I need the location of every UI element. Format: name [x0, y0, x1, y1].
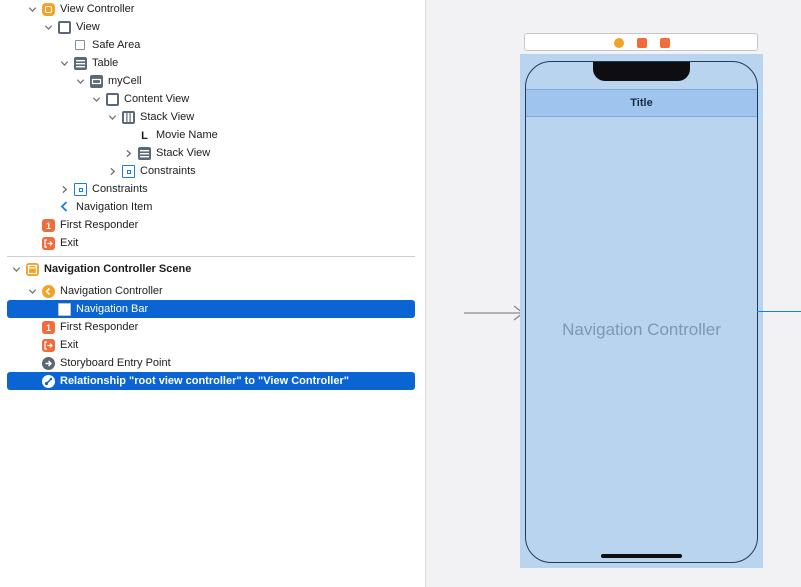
stack-view-icon: [138, 147, 151, 160]
outline-item-label: Stack View: [140, 111, 195, 123]
outline-item-label: First Responder: [60, 219, 139, 231]
view-icon: [58, 21, 71, 34]
outline-item-stack-view[interactable]: Stack View: [7, 108, 415, 126]
outline-item-view[interactable]: View: [7, 18, 415, 36]
outline-item-label: myCell: [108, 75, 142, 87]
navigation-controller-icon: [42, 285, 55, 298]
outline-item-label: Content View: [124, 93, 190, 105]
outline-item-navigation-controller-scene[interactable]: Navigation Controller Scene: [7, 260, 415, 278]
document-outline: View Controller View Safe Area Table myC…: [0, 0, 425, 587]
entry-point-icon: [42, 357, 55, 370]
chevron-right-icon[interactable]: [59, 180, 69, 198]
outline-item-label: Movie Name: [156, 129, 218, 141]
chevron-right-icon[interactable]: [123, 144, 133, 162]
outline-item-safe-area[interactable]: Safe Area: [7, 36, 415, 54]
outline-item-label: View: [76, 21, 100, 33]
chevron-right-icon[interactable]: [107, 162, 117, 180]
chevron-down-icon[interactable]: [91, 90, 101, 108]
exit-icon: [42, 237, 55, 250]
table-cell-icon: [90, 75, 103, 88]
outline-item-table[interactable]: Table: [7, 54, 415, 72]
constraints-icon: [74, 183, 87, 196]
storyboard-canvas[interactable]: Title Navigation Controller: [425, 0, 801, 587]
device-frame[interactable]: Title Navigation Controller: [525, 61, 758, 563]
label-icon: L: [141, 129, 148, 142]
chevron-down-icon[interactable]: [107, 108, 117, 126]
outline-item-label: Constraints: [92, 183, 148, 195]
safe-area-icon: [75, 40, 85, 50]
outline-item-label: Relationship "root view controller" to "…: [60, 375, 349, 387]
outline-item-constraints[interactable]: Constraints: [7, 162, 415, 180]
outline-item-movie-name[interactable]: L Movie Name: [7, 126, 415, 144]
outline-item-label: First Responder: [60, 321, 139, 333]
navigation-item-icon: [58, 200, 71, 213]
constraints-icon: [122, 165, 135, 178]
chevron-down-icon[interactable]: [75, 72, 85, 90]
exit-icon[interactable]: [660, 38, 670, 48]
outline-item-label: Stack View: [156, 147, 211, 159]
navigation-bar-icon: [58, 303, 71, 316]
outline-item-first-responder[interactable]: 1 First Responder: [7, 216, 415, 234]
outline-item-storyboard-entry-point[interactable]: Storyboard Entry Point: [7, 354, 415, 372]
chevron-down-icon[interactable]: [59, 54, 69, 72]
view-icon: [106, 93, 119, 106]
chevron-down-icon[interactable]: [27, 0, 37, 18]
scene-dock[interactable]: [524, 33, 758, 51]
outline-item-stack-view[interactable]: Stack View: [7, 144, 415, 162]
navigation-controller-icon[interactable]: [614, 38, 624, 48]
chevron-down-icon[interactable]: [11, 260, 21, 278]
first-responder-icon: 1: [42, 219, 55, 232]
chevron-down-icon[interactable]: [43, 18, 53, 36]
outline-item-label: Navigation Item: [76, 201, 153, 213]
outline-item-relationship-segue[interactable]: Relationship "root view controller" to "…: [7, 372, 415, 390]
outline-item-label: Safe Area: [92, 39, 141, 51]
exit-icon: [42, 339, 55, 352]
table-icon: [74, 57, 87, 70]
outline-item-navigation-bar[interactable]: Navigation Bar: [7, 300, 415, 318]
home-indicator: [601, 554, 682, 558]
outline-item-first-responder[interactable]: 1 First Responder: [7, 318, 415, 336]
outline-item-label: Navigation Controller Scene: [44, 263, 192, 275]
navigation-bar-title: Title: [630, 97, 653, 109]
outline-item-content-view[interactable]: Content View: [7, 90, 415, 108]
stack-view-icon: [122, 111, 135, 124]
outline-item-label: Constraints: [140, 165, 196, 177]
navigation-bar[interactable]: Title: [526, 89, 757, 117]
view-controller-icon: [42, 3, 55, 16]
scene-icon: [26, 263, 39, 276]
first-responder-icon[interactable]: [637, 38, 647, 48]
outline-item-label: Storyboard Entry Point: [60, 357, 171, 369]
scene-separator: [7, 256, 415, 257]
outline-item-mycell[interactable]: myCell: [7, 72, 415, 90]
outline-item-label: Navigation Bar: [76, 303, 149, 315]
outline-item-label: Exit: [60, 339, 79, 351]
outline-item-exit[interactable]: Exit: [7, 234, 415, 252]
outline-item-exit[interactable]: Exit: [7, 336, 415, 354]
first-responder-icon: 1: [42, 321, 55, 334]
outline-item-label: Navigation Controller: [60, 285, 163, 297]
chevron-down-icon[interactable]: [27, 282, 37, 300]
device-notch: [593, 62, 690, 81]
outline-item-constraints[interactable]: Constraints: [7, 180, 415, 198]
outline-item-label: Table: [92, 57, 119, 69]
relationship-icon: [42, 375, 55, 388]
controller-title: Navigation Controller: [562, 320, 721, 339]
outline-item-label: View Controller: [60, 3, 135, 15]
outline-item-navigation-controller[interactable]: Navigation Controller: [7, 282, 415, 300]
outline-item-navigation-item[interactable]: Navigation Item: [7, 198, 415, 216]
outline-item-label: Exit: [60, 237, 79, 249]
relationship-segue-line[interactable]: [757, 311, 801, 312]
entry-point-arrow-icon[interactable]: [464, 303, 526, 323]
outline-item-view-controller[interactable]: View Controller: [7, 0, 415, 18]
